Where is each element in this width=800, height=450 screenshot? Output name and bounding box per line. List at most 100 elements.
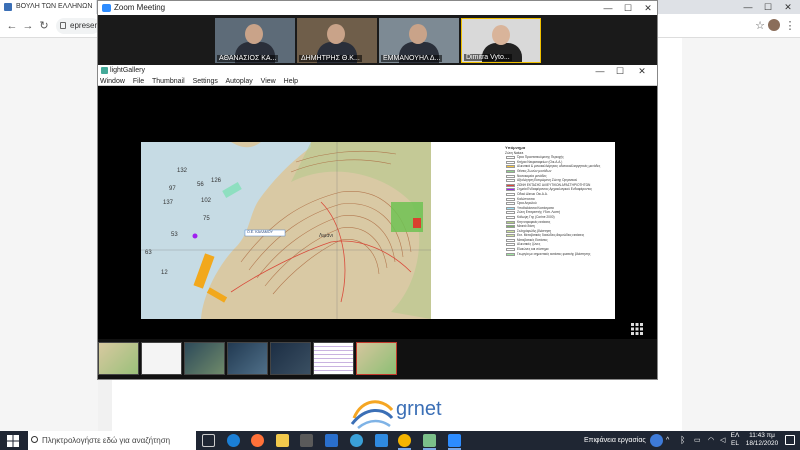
browser-tab[interactable]: ΒΟΥΛΗ ΤΩΝ ΕΛΛΗΝΩΝ: [0, 0, 96, 14]
tray-app-icon[interactable]: [650, 434, 663, 447]
map-road-label: Ο.Ε. ΚΑΛΑΜΟΥ: [247, 230, 273, 234]
map-place-label: Λιμάνι: [319, 233, 333, 239]
thumbnail-4[interactable]: [227, 342, 268, 375]
map-depth-label: 53: [171, 232, 178, 238]
legend-swatch: [506, 229, 515, 233]
taskbar-search-input[interactable]: Πληκτρολογήστε εδώ για αναζήτηση: [28, 431, 196, 450]
menu-window[interactable]: Window: [100, 78, 125, 85]
task-view-icon[interactable]: [202, 434, 215, 447]
thumbnail-5[interactable]: [270, 342, 311, 375]
participant-tile[interactable]: ΑΘΑΝΑΣΙΟΣ ΚΑ...: [215, 18, 295, 63]
address-bar[interactable]: epresen: [56, 18, 100, 34]
participant-name: ΕΜΜΑΝΟΥΗΛ Δ...: [381, 55, 443, 62]
thumbnail-3[interactable]: [184, 342, 225, 375]
zoom-maximize-button[interactable]: ☐: [618, 1, 638, 15]
zoom-taskbar-icon[interactable]: [448, 434, 461, 450]
wifi-icon[interactable]: ◠: [708, 431, 714, 450]
edge-browser-icon[interactable]: [227, 434, 240, 447]
participant-tile-active-speaker[interactable]: Dimitra Vyto...: [461, 18, 541, 63]
map-depth-label: 56: [197, 182, 204, 188]
grid-view-icon[interactable]: [631, 323, 643, 335]
lightgallery-titlebar: lightGallery — ☐ ✕: [98, 65, 657, 77]
legend-label: Οδικό Δίκτυο Οικ.Α.Α.: [517, 191, 548, 196]
address-text: epresen: [70, 21, 99, 30]
lg-maximize-button[interactable]: ☐: [610, 65, 630, 77]
mail-icon[interactable]: [325, 434, 338, 447]
reload-icon[interactable]: ↻: [36, 18, 52, 34]
legend-label: ΖΩΝΗ ΕΚΤΑΣΗΣ ΑΛΙΕΥΤΙΚΩΝ ΔΡΑΣΤΗΡΙΟΤΗΤΩΝ: [517, 182, 591, 187]
file-explorer-icon[interactable]: [276, 434, 289, 447]
legend-swatch: [506, 252, 515, 256]
menu-kebab-icon[interactable]: ⋮: [782, 18, 798, 34]
legend-label: Όρια Προστατευόμενης Περιοχής: [517, 155, 564, 160]
lightgallery-taskbar-icon[interactable]: [423, 434, 436, 450]
thumbnail-2[interactable]: [141, 342, 182, 375]
menu-file[interactable]: File: [133, 78, 144, 85]
legend-label: Γεωργία με σημαντικές εκτάσεις φυσικής β…: [517, 251, 591, 256]
zoom-close-button[interactable]: ✕: [638, 1, 658, 15]
participant-tile[interactable]: ΕΜΜΑΝΟΥΗΛ Δ...: [379, 18, 459, 63]
back-arrow-icon[interactable]: ←: [4, 18, 20, 34]
chrome-icon[interactable]: [398, 434, 411, 450]
zoom-minimize-button[interactable]: —: [598, 1, 618, 15]
zoom-logo-icon: [102, 4, 111, 12]
participant-gallery: ΑΘΑΝΑΣΙΟΣ ΚΑ... ΔΗΜΗΤΡΗΣ Θ.Κ... ΕΜΜΑΝΟΥΗ…: [98, 15, 657, 65]
firefox-icon[interactable]: [251, 434, 264, 447]
legend-label: Μεικτά δάση: [517, 224, 535, 229]
legend-label: Κτήρια Νεκροταφείων (Οικ.Α.Α.): [517, 159, 563, 164]
menu-thumbnail[interactable]: Thumbnail: [152, 78, 185, 85]
system-clock[interactable]: 11:43 πμ 18/12/2020: [744, 432, 780, 448]
legend-swatch: [506, 215, 515, 219]
lg-minimize-button[interactable]: —: [590, 65, 610, 77]
maximize-button[interactable]: ☐: [758, 0, 778, 14]
legend-swatch: [506, 188, 515, 192]
bluetooth-icon[interactable]: ᛒ: [680, 431, 685, 450]
legend-swatch: [506, 192, 515, 196]
network-icon[interactable]: ▭: [694, 431, 701, 450]
legend-swatch: [506, 160, 515, 164]
image-stage[interactable]: Ο.Ε. ΚΑΛΑΜΟΥ Λιμάνι 132 126 97 102 137 7…: [98, 86, 657, 339]
desktop-label[interactable]: Επιφάνεια εργασίας: [584, 431, 646, 450]
legend-label: Ελαιώνες και σύστημα: [517, 247, 549, 252]
lg-close-button[interactable]: ✕: [632, 65, 652, 77]
volume-icon[interactable]: ◁: [720, 431, 725, 450]
legend-label: Υποθαλάσσια Κοιτάσματα: [517, 205, 554, 210]
participant-face: [245, 24, 263, 44]
clock-time: 11:43 πμ: [749, 432, 775, 439]
menu-autoplay[interactable]: Autoplay: [225, 78, 252, 85]
legend-swatch: [506, 174, 515, 178]
menu-settings[interactable]: Settings: [193, 78, 218, 85]
map-depth-label: 126: [211, 178, 222, 184]
legend-swatch: [506, 202, 515, 206]
presentation-app-icon[interactable]: [375, 434, 388, 447]
close-button[interactable]: ✕: [778, 0, 798, 14]
legend-swatch: [506, 238, 515, 242]
notification-center-icon[interactable]: [785, 435, 795, 445]
map-depth-label: 102: [201, 198, 212, 204]
windows-start-icon[interactable]: [7, 435, 19, 447]
thumbnail-6[interactable]: [313, 342, 354, 375]
menu-view[interactable]: View: [261, 78, 276, 85]
lock-icon: [60, 22, 66, 29]
forward-arrow-icon[interactable]: →: [20, 18, 36, 34]
legend-swatch: [506, 211, 515, 215]
store-icon[interactable]: [300, 434, 313, 447]
app-icon[interactable]: [350, 434, 363, 447]
thumbnail-1[interactable]: [98, 342, 139, 375]
participant-tile[interactable]: ΔΗΜΗΤΡΗΣ Θ.Κ...: [297, 18, 377, 63]
legend-label: Κάλυψη Γης (Corine 2000): [517, 214, 555, 219]
menu-help[interactable]: Help: [284, 78, 298, 85]
lightgallery-title: lightGallery: [110, 67, 146, 74]
topographic-map-image[interactable]: Ο.Ε. ΚΑΛΑΜΟΥ Λιμάνι 132 126 97 102 137 7…: [141, 142, 431, 319]
minimize-button[interactable]: —: [738, 0, 758, 14]
participant-name: ΑΘΑΝΑΣΙΟΣ ΚΑ...: [217, 55, 279, 62]
profile-avatar-icon[interactable]: [766, 18, 782, 34]
windows-taskbar: Πληκτρολογήστε εδώ για αναζήτηση Επιφάνε…: [0, 431, 800, 450]
language-indicator[interactable]: ΕΛ EL: [728, 432, 742, 448]
legend-label: Εκτ. Μεταβατικές δασώδεις-θαμνώδεις εκτά…: [517, 233, 585, 238]
thumbnail-7-active[interactable]: [356, 342, 397, 375]
legend-swatch: [506, 197, 515, 201]
legend-swatch: [506, 225, 515, 229]
legend-swatch: [506, 156, 515, 160]
tray-chevron-icon[interactable]: ^: [666, 431, 669, 450]
